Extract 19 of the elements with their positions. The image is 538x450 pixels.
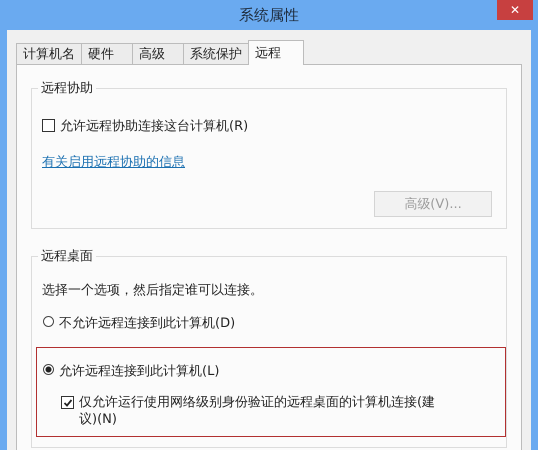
radio-button[interactable] <box>43 364 54 375</box>
instruction-text: 选择一个选项，然后指定谁可以连接。 <box>42 282 264 299</box>
tab[interactable]: 系统保护 <box>183 43 249 64</box>
tab[interactable]: 硬件 <box>81 43 133 64</box>
checkbox[interactable] <box>61 396 74 409</box>
close-button[interactable]: ✕ <box>497 0 533 20</box>
window-title: 系统属性 <box>239 6 299 24</box>
group-title: 远程桌面 <box>40 248 94 265</box>
checkbox[interactable] <box>42 119 55 132</box>
radio-label: 不允许远程连接到此计算机(D) <box>59 315 236 332</box>
tab[interactable]: 远程 <box>248 40 304 65</box>
radio-button[interactable] <box>43 316 54 327</box>
radio-label: 允许远程连接到此计算机(L) <box>59 363 220 380</box>
checkbox-label: 仅允许运行使用网络级别身份验证的远程桌面的计算机连接(建议)(N) <box>79 394 436 428</box>
tab[interactable]: 高级 <box>132 43 184 64</box>
checkbox-label: 允许远程协助连接这台计算机(R) <box>60 118 248 135</box>
tab[interactable]: 计算机名 <box>16 43 82 64</box>
info-link[interactable]: 有关启用远程协助的信息 <box>42 153 185 171</box>
group-title: 远程协助 <box>40 80 94 97</box>
